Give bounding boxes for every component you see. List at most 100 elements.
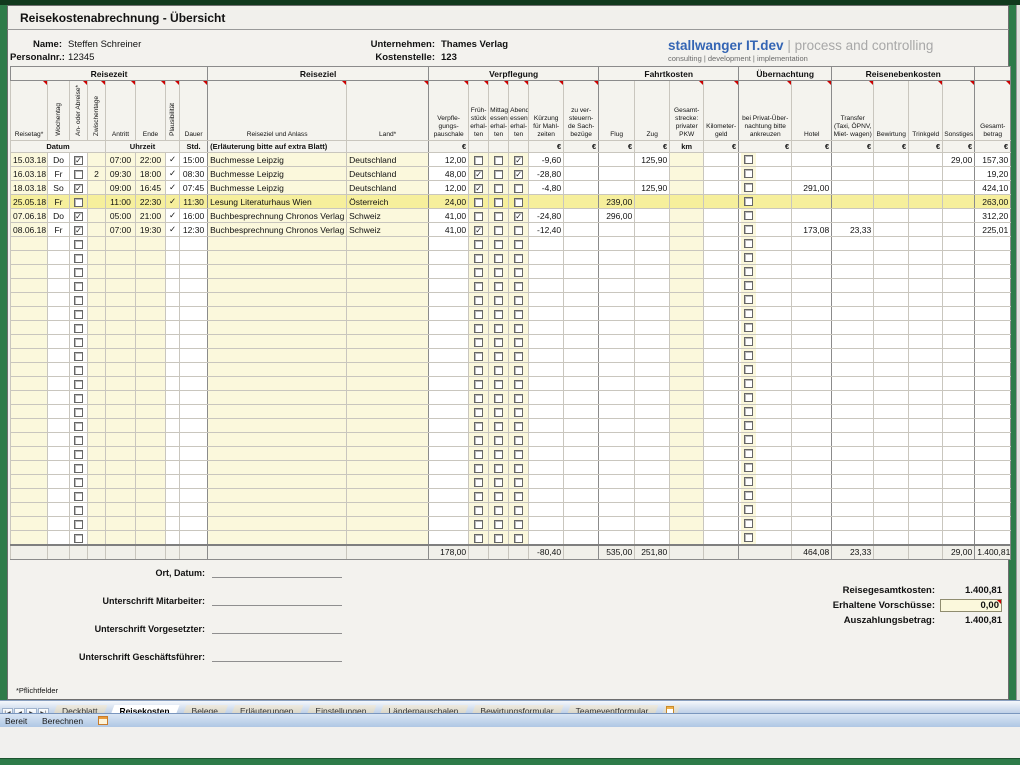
cell-anab[interactable]	[70, 405, 88, 419]
checkbox-abend[interactable]	[514, 450, 523, 459]
cell-kurzung[interactable]	[529, 363, 564, 377]
cell-sonst[interactable]	[943, 391, 975, 405]
cell-ende[interactable]	[136, 335, 166, 349]
cell-date[interactable]	[11, 349, 48, 363]
cell-day[interactable]	[48, 447, 70, 461]
cell-zwisch[interactable]	[88, 251, 106, 265]
cell-kurzung[interactable]	[529, 279, 564, 293]
cell-day[interactable]	[48, 279, 70, 293]
cell-verpfl[interactable]	[429, 321, 469, 335]
cell-fruh[interactable]	[469, 265, 489, 279]
cell-verpfl[interactable]	[429, 391, 469, 405]
checkbox-fruh[interactable]	[474, 352, 483, 361]
cell-transfer[interactable]	[832, 209, 874, 223]
cell-fruh[interactable]	[469, 335, 489, 349]
cell-transfer[interactable]	[832, 307, 874, 321]
cell-sonst[interactable]	[943, 517, 975, 531]
cell-ende[interactable]	[136, 531, 166, 546]
cell-zwisch[interactable]	[88, 223, 106, 237]
cell-mittag[interactable]	[489, 391, 509, 405]
cell-zwisch[interactable]	[88, 531, 106, 546]
cell-kurzung[interactable]	[529, 251, 564, 265]
cell-gesamt[interactable]	[975, 279, 1011, 293]
cell-ziel[interactable]	[208, 489, 347, 503]
cell-flug[interactable]: 296,00	[599, 209, 635, 223]
cell-kmgeld[interactable]	[704, 363, 739, 377]
unterschrift-mitarbeiter-line[interactable]	[212, 594, 342, 606]
cell-ziel[interactable]: Buchbesprechnung Chronos Verlag	[208, 209, 347, 223]
checkbox-mittag[interactable]	[494, 380, 503, 389]
cell-gesamt[interactable]	[975, 517, 1011, 531]
cell-zwisch[interactable]	[88, 279, 106, 293]
cell-bewirt[interactable]	[874, 237, 909, 251]
checkbox-fruh[interactable]	[474, 380, 483, 389]
cell-verpfl[interactable]: 12,00	[429, 153, 469, 167]
cell-land[interactable]	[347, 363, 429, 377]
cell-transfer[interactable]	[832, 377, 874, 391]
cell-day[interactable]	[48, 433, 70, 447]
cell-sach[interactable]	[564, 475, 599, 489]
cell-zug[interactable]	[635, 237, 670, 251]
cell-mittag[interactable]	[489, 475, 509, 489]
cell-pkw[interactable]	[670, 405, 704, 419]
checkbox-privat[interactable]	[744, 267, 753, 276]
cell-bewirt[interactable]	[874, 531, 909, 546]
cell-anab[interactable]	[70, 363, 88, 377]
cell-date[interactable]: 18.03.18	[11, 181, 48, 195]
cell-sonst[interactable]	[943, 265, 975, 279]
cell-antritt[interactable]	[106, 335, 136, 349]
cell-land[interactable]	[347, 517, 429, 531]
checkbox-anab[interactable]	[74, 394, 83, 403]
checkbox-anab[interactable]	[74, 506, 83, 515]
cell-anab[interactable]	[70, 237, 88, 251]
cell-dauer[interactable]	[180, 265, 208, 279]
cell-verpfl[interactable]	[429, 265, 469, 279]
cell-gesamt[interactable]	[975, 237, 1011, 251]
cell-sach[interactable]	[564, 279, 599, 293]
cell-kurzung[interactable]	[529, 475, 564, 489]
cell-day[interactable]	[48, 419, 70, 433]
cell-zwisch[interactable]	[88, 195, 106, 209]
cell-sonst[interactable]	[943, 167, 975, 181]
cell-pkw[interactable]	[670, 335, 704, 349]
cell-kurzung[interactable]	[529, 461, 564, 475]
cell-zwisch[interactable]	[88, 349, 106, 363]
cell-plaus[interactable]	[166, 503, 180, 517]
cell-day[interactable]	[48, 335, 70, 349]
checkbox-anab[interactable]	[74, 212, 83, 221]
cell-transfer[interactable]	[832, 251, 874, 265]
cell-transfer[interactable]	[832, 349, 874, 363]
cell-sach[interactable]	[564, 405, 599, 419]
checkbox-abend[interactable]	[514, 268, 523, 277]
cell-anab[interactable]	[70, 279, 88, 293]
cell-kurzung[interactable]	[529, 503, 564, 517]
cell-hotel[interactable]	[792, 391, 832, 405]
cell-sonst[interactable]	[943, 489, 975, 503]
cell-pkw[interactable]	[670, 475, 704, 489]
cell-anab[interactable]	[70, 209, 88, 223]
cell-day[interactable]: Fr	[48, 223, 70, 237]
cell-sonst[interactable]	[943, 433, 975, 447]
cell-fruh[interactable]	[469, 433, 489, 447]
checkbox-mittag[interactable]	[494, 534, 503, 543]
cell-gesamt[interactable]	[975, 475, 1011, 489]
cell-gesamt[interactable]: 263,00	[975, 195, 1011, 209]
checkbox-abend[interactable]	[514, 282, 523, 291]
checkbox-anab[interactable]	[74, 464, 83, 473]
checkbox-fruh[interactable]	[474, 422, 483, 431]
cell-ende[interactable]	[136, 279, 166, 293]
cell-gesamt[interactable]	[975, 531, 1011, 546]
cell-kurzung[interactable]	[529, 419, 564, 433]
checkbox-mittag[interactable]	[494, 436, 503, 445]
cell-antritt[interactable]: 09:30	[106, 167, 136, 181]
cell-dauer[interactable]	[180, 461, 208, 475]
cell-fruh[interactable]	[469, 251, 489, 265]
checkbox-mittag[interactable]	[494, 366, 503, 375]
cell-zug[interactable]	[635, 363, 670, 377]
checkbox-mittag[interactable]	[494, 240, 503, 249]
cell-anab[interactable]	[70, 251, 88, 265]
checkbox-fruh[interactable]	[474, 282, 483, 291]
cell-fruh[interactable]	[469, 503, 489, 517]
cell-plaus[interactable]	[166, 377, 180, 391]
cell-ziel[interactable]	[208, 461, 347, 475]
